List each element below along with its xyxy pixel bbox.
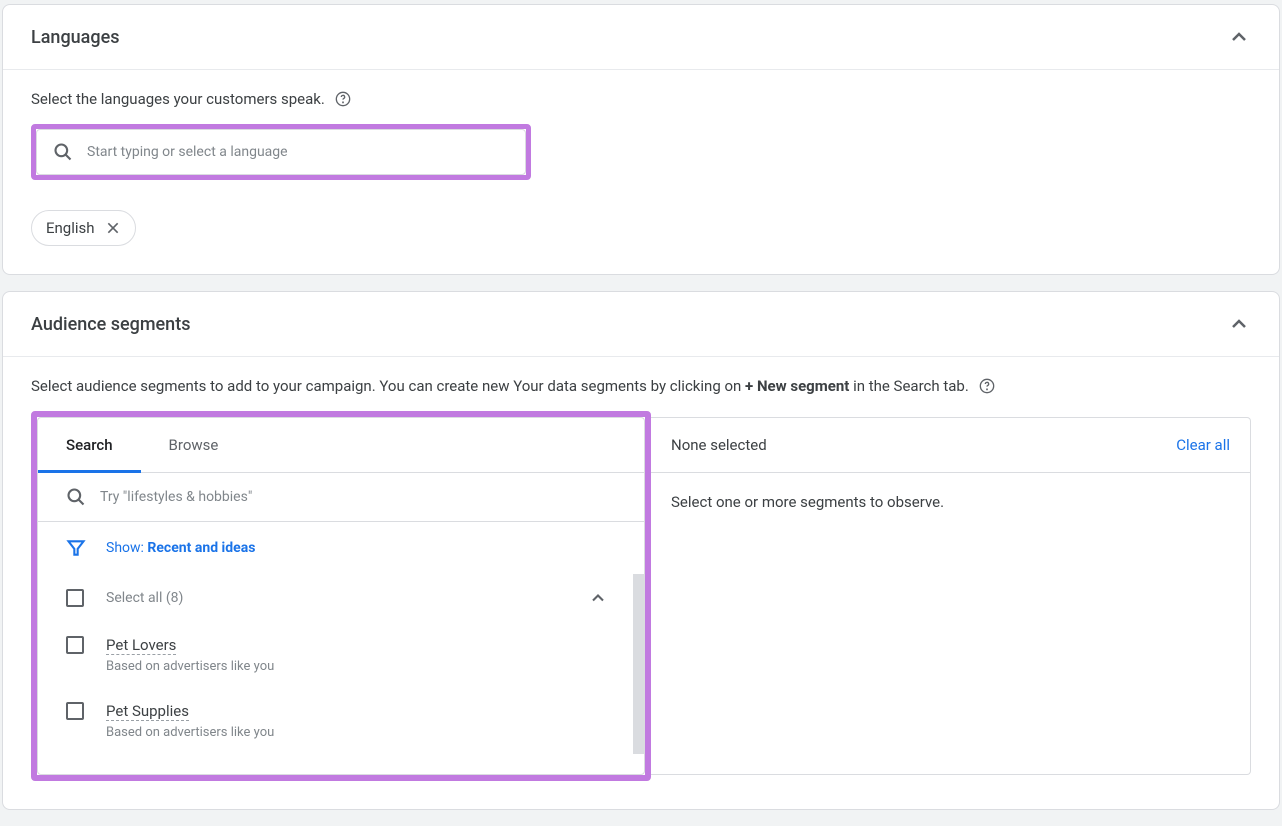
segment-content: Pet Supplies Based on advertisers like y… <box>106 702 274 740</box>
segment-name: Pet Supplies <box>106 702 189 721</box>
select-all-row[interactable]: Select all (8) <box>38 574 644 622</box>
select-all-label: Select all (8) <box>106 590 566 606</box>
right-body: Select one or more segments to observe. <box>651 473 1250 531</box>
segment-checkbox[interactable] <box>66 702 84 720</box>
languages-panel: Languages Select the languages your cust… <box>2 4 1280 275</box>
audience-subtitle-row: Select audience segments to add to your … <box>31 377 1251 395</box>
segment-tabs: Search Browse <box>38 418 644 473</box>
filter-row[interactable]: Show: Recent and ideas <box>38 522 644 574</box>
right-header: None selected Clear all <box>651 418 1250 473</box>
segment-search-row[interactable] <box>38 473 644 522</box>
segments-left-pane: Search Browse <box>37 417 645 775</box>
chevron-up-icon[interactable] <box>1227 312 1251 336</box>
language-search-input[interactable] <box>87 144 509 160</box>
language-search-highlight <box>31 124 531 180</box>
segment-desc: Based on advertisers like you <box>106 659 274 674</box>
segment-item[interactable]: Pet Supplies Based on advertisers like y… <box>38 688 644 754</box>
audience-subtitle: Select audience segments to add to your … <box>31 377 969 395</box>
audience-header: Audience segments <box>3 292 1279 357</box>
segments-left-highlight: Search Browse <box>31 411 651 781</box>
clear-all-button[interactable]: Clear all <box>1176 436 1230 454</box>
audience-title: Audience segments <box>31 314 190 335</box>
select-all-checkbox[interactable] <box>66 589 84 607</box>
segments-right-pane: None selected Clear all Select one or mo… <box>651 417 1251 775</box>
search-icon <box>53 142 73 162</box>
segment-checkbox[interactable] <box>66 636 84 654</box>
search-icon <box>66 487 86 507</box>
scrollbar[interactable] <box>633 574 644 754</box>
languages-header: Languages <box>3 5 1279 70</box>
chevron-up-icon[interactable] <box>588 588 608 608</box>
segment-desc: Based on advertisers like you <box>106 725 274 740</box>
filter-text: Show: Recent and ideas <box>106 540 255 556</box>
segment-item[interactable]: Pet Lovers Based on advertisers like you <box>38 622 644 688</box>
segment-name: Pet Lovers <box>106 636 176 655</box>
tab-browse[interactable]: Browse <box>141 418 247 472</box>
chevron-up-icon[interactable] <box>1227 25 1251 49</box>
languages-subtitle: Select the languages your customers spea… <box>31 90 325 108</box>
languages-title: Languages <box>31 27 119 48</box>
new-segment-bold: + New segment <box>745 377 849 395</box>
segments-container: Search Browse <box>31 411 1251 781</box>
language-chips: English <box>31 210 1251 246</box>
close-icon[interactable] <box>105 220 121 236</box>
segment-list: Select all (8) Pet Lovers Based on adver… <box>38 574 644 774</box>
language-chip-english[interactable]: English <box>31 210 136 246</box>
languages-subtitle-row: Select the languages your customers spea… <box>31 90 1251 108</box>
audience-body: Select audience segments to add to your … <box>3 357 1279 809</box>
scrollbar-thumb[interactable] <box>633 574 644 754</box>
filter-icon <box>66 538 86 558</box>
right-title: None selected <box>671 436 767 454</box>
language-search-box[interactable] <box>36 129 526 175</box>
tab-search[interactable]: Search <box>38 418 141 472</box>
segment-search-input[interactable] <box>100 489 616 505</box>
help-icon[interactable] <box>979 378 995 394</box>
audience-panel: Audience segments Select audience segmen… <box>2 291 1280 810</box>
segment-content: Pet Lovers Based on advertisers like you <box>106 636 274 674</box>
help-icon[interactable] <box>335 91 351 107</box>
chip-label: English <box>46 219 95 237</box>
languages-body: Select the languages your customers spea… <box>3 70 1279 274</box>
